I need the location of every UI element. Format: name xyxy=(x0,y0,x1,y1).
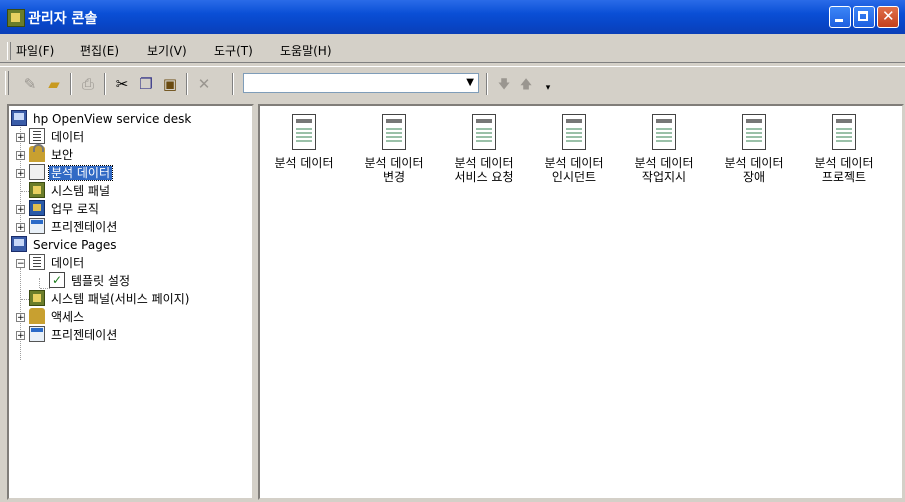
toolbar-separator xyxy=(186,73,188,95)
maximize-button[interactable] xyxy=(853,6,875,28)
list-item[interactable]: 분석 데이터 프로젝트 xyxy=(800,114,888,184)
delete-icon[interactable]: ✕ xyxy=(194,74,214,94)
tree-item-sp-system-panel[interactable]: 시스템 패널(서비스 페이지) xyxy=(29,290,191,308)
list-item[interactable]: 분석 데이터 인시던트 xyxy=(530,114,618,184)
tree-item-security[interactable]: 보안 xyxy=(29,144,75,164)
tree-collapse-icon[interactable]: − xyxy=(16,259,25,269)
move-down-icon[interactable]: 🡇 xyxy=(494,74,514,94)
document-icon xyxy=(290,114,318,150)
copy-icon[interactable]: ❐ xyxy=(136,74,156,94)
menu-tools[interactable]: 도구(T) xyxy=(214,42,253,59)
menu-edit[interactable]: 편집(E) xyxy=(80,42,119,59)
tree-root-hp-openview[interactable]: hp OpenView service desk xyxy=(11,110,193,128)
tree-expand-icon[interactable]: + xyxy=(16,133,25,143)
open-folder-icon[interactable]: ▰ xyxy=(44,74,64,94)
list-item[interactable]: 분석 데이터 장애 xyxy=(710,114,798,184)
tree-item-system-panel[interactable]: 시스템 패널 xyxy=(29,182,112,200)
document-icon xyxy=(650,114,678,150)
document-icon xyxy=(470,114,498,150)
console-icon xyxy=(11,110,27,126)
tree-pane[interactable]: hp OpenView service desk + 데이터 + 보안 + 분석… xyxy=(7,104,254,500)
toolbar-overflow-icon[interactable]: ▾ xyxy=(538,78,558,98)
document-icon xyxy=(560,114,588,150)
toolbar-separator xyxy=(232,73,234,95)
tree-expand-icon[interactable]: + xyxy=(16,169,25,179)
console-app-icon[interactable] xyxy=(7,9,25,27)
access-icon xyxy=(29,308,45,324)
system-panel-icon xyxy=(29,290,45,306)
tree-item-sp-presentation[interactable]: 프리젠테이션 xyxy=(29,326,119,344)
list-item[interactable]: 분석 데이터 xyxy=(260,114,348,170)
close-button[interactable] xyxy=(877,6,899,28)
console-icon xyxy=(11,236,27,252)
toolbar-grip[interactable] xyxy=(5,71,9,95)
move-up-icon[interactable]: 🡅 xyxy=(516,74,536,94)
data-icon xyxy=(29,254,45,270)
business-logic-icon xyxy=(29,200,45,216)
paste-icon[interactable]: ▣ xyxy=(160,74,180,94)
document-icon xyxy=(380,114,408,150)
tree-line xyxy=(21,299,29,300)
cut-icon[interactable]: ✂ xyxy=(112,74,132,94)
tree-item-presentation[interactable]: 프리젠테이션 xyxy=(29,218,119,236)
tree-root-service-pages[interactable]: Service Pages xyxy=(11,236,118,254)
tree-line xyxy=(39,278,40,288)
menu-view[interactable]: 보기(V) xyxy=(147,42,187,59)
tree-item-sp-data[interactable]: 데이터 xyxy=(29,254,86,272)
security-lock-icon xyxy=(29,144,45,162)
tree-line xyxy=(21,191,29,192)
tree-expand-icon[interactable]: + xyxy=(16,313,25,323)
system-panel-icon xyxy=(29,182,45,198)
data-icon xyxy=(29,128,45,144)
toolbar: ✎ ▰ ⎙ ✂ ❐ ▣ ✕ ▼ 🡇 🡅 ▾ xyxy=(0,66,905,101)
chevron-down-icon[interactable]: ▼ xyxy=(466,77,474,88)
list-item[interactable]: 분석 데이터 변경 xyxy=(350,114,438,184)
admin-console-window: 관리자 콘솔 파일(F) 편집(E) 보기(V) 도구(T) 도움말(H) ✎ … xyxy=(0,0,905,502)
tree-expand-icon[interactable]: + xyxy=(16,205,25,215)
tree-item-template-settings[interactable]: 템플릿 설정 xyxy=(49,271,132,290)
presentation-icon xyxy=(29,326,45,342)
toolbar-separator xyxy=(70,73,72,95)
minimize-button[interactable] xyxy=(829,6,851,28)
tree-expand-icon[interactable]: + xyxy=(16,151,25,161)
tree-expand-icon[interactable]: + xyxy=(16,223,25,233)
tree-expand-icon[interactable]: + xyxy=(16,331,25,341)
toolbar-combo[interactable]: ▼ xyxy=(243,73,479,93)
document-icon xyxy=(830,114,858,150)
tree-item-access[interactable]: 액세스 xyxy=(29,308,86,326)
list-item[interactable]: 분석 데이터 작업지시 xyxy=(620,114,708,184)
template-icon xyxy=(49,271,65,289)
document-icon xyxy=(29,164,45,180)
title-bar[interactable]: 관리자 콘솔 xyxy=(0,0,905,34)
print-icon[interactable]: ⎙ xyxy=(78,74,98,94)
menu-help[interactable]: 도움말(H) xyxy=(280,42,332,59)
new-icon[interactable]: ✎ xyxy=(20,74,40,94)
toolbar-separator xyxy=(104,73,106,95)
list-item[interactable]: 분석 데이터 서비스 요청 xyxy=(440,114,528,184)
presentation-icon xyxy=(29,218,45,234)
tree-item-analysis-data[interactable]: 분석 데이터 xyxy=(29,164,114,182)
tree-item-business-logic[interactable]: 업무 로직 xyxy=(29,200,101,218)
list-pane[interactable]: 분석 데이터 분석 데이터 변경 분석 데이터 서비스 요청 분석 데이터 인시… xyxy=(258,104,904,500)
document-icon xyxy=(740,114,768,150)
menu-file[interactable]: 파일(F) xyxy=(16,42,54,59)
window-title: 관리자 콘솔 xyxy=(28,11,98,27)
menu-bar: 파일(F) 편집(E) 보기(V) 도구(T) 도움말(H) xyxy=(0,38,905,63)
toolbar-separator xyxy=(486,73,488,95)
